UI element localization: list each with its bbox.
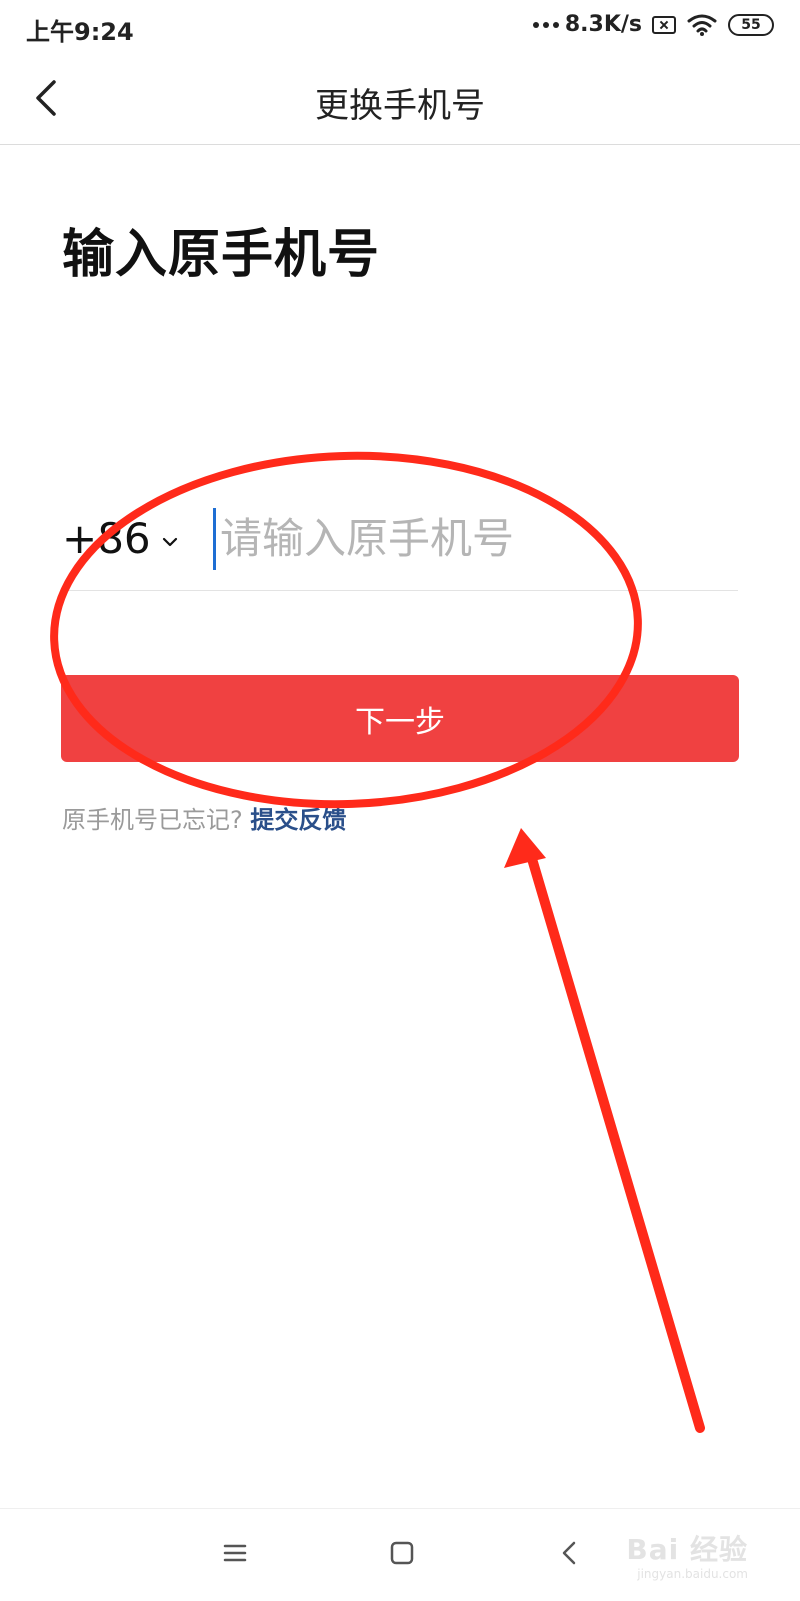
system-navigation-bar: Bai 经验 jingyan.baidu.com bbox=[0, 1508, 800, 1601]
section-heading: 输入原手机号 bbox=[62, 225, 381, 285]
battery-indicator: 55 bbox=[728, 13, 774, 36]
page-title: 更换手机号 bbox=[315, 86, 485, 126]
forgot-phone-prompt: 原手机号已忘记? bbox=[62, 806, 243, 834]
next-step-button[interactable]: 下一步 bbox=[61, 675, 739, 762]
chevron-down-icon[interactable] bbox=[160, 532, 180, 552]
phone-number-input[interactable] bbox=[220, 506, 720, 570]
country-code-selector[interactable]: +86 bbox=[62, 514, 151, 563]
text-caret bbox=[213, 508, 216, 570]
wifi-icon bbox=[687, 14, 717, 36]
baidu-watermark: Bai 经验 jingyan.baidu.com bbox=[626, 1533, 748, 1581]
network-speed: 8.3K/s bbox=[564, 12, 642, 37]
status-indicators: 8.3K/s 55 bbox=[532, 12, 774, 37]
signal-dots-icon bbox=[532, 21, 559, 28]
watermark-site: jingyan.baidu.com bbox=[637, 1566, 748, 1581]
feedback-link[interactable]: 提交反馈 bbox=[250, 806, 346, 834]
watermark-brand: Bai 经验 bbox=[626, 1533, 748, 1567]
home-icon[interactable] bbox=[388, 1539, 416, 1567]
no-sim-icon bbox=[652, 15, 676, 34]
status-time: 上午9:24 bbox=[26, 18, 134, 46]
forgot-phone-row: 原手机号已忘记? 提交反馈 bbox=[62, 800, 346, 835]
phone-input-row: +86 bbox=[62, 500, 738, 591]
back-icon[interactable] bbox=[556, 1537, 584, 1569]
menu-icon[interactable] bbox=[221, 1539, 249, 1567]
annotation-arrow-shaft bbox=[525, 847, 705, 1433]
annotation-arrow-head bbox=[504, 828, 546, 868]
status-bar: 上午9:24 8.3K/s 55 bbox=[0, 0, 800, 56]
top-bar: 更换手机号 bbox=[0, 56, 800, 145]
